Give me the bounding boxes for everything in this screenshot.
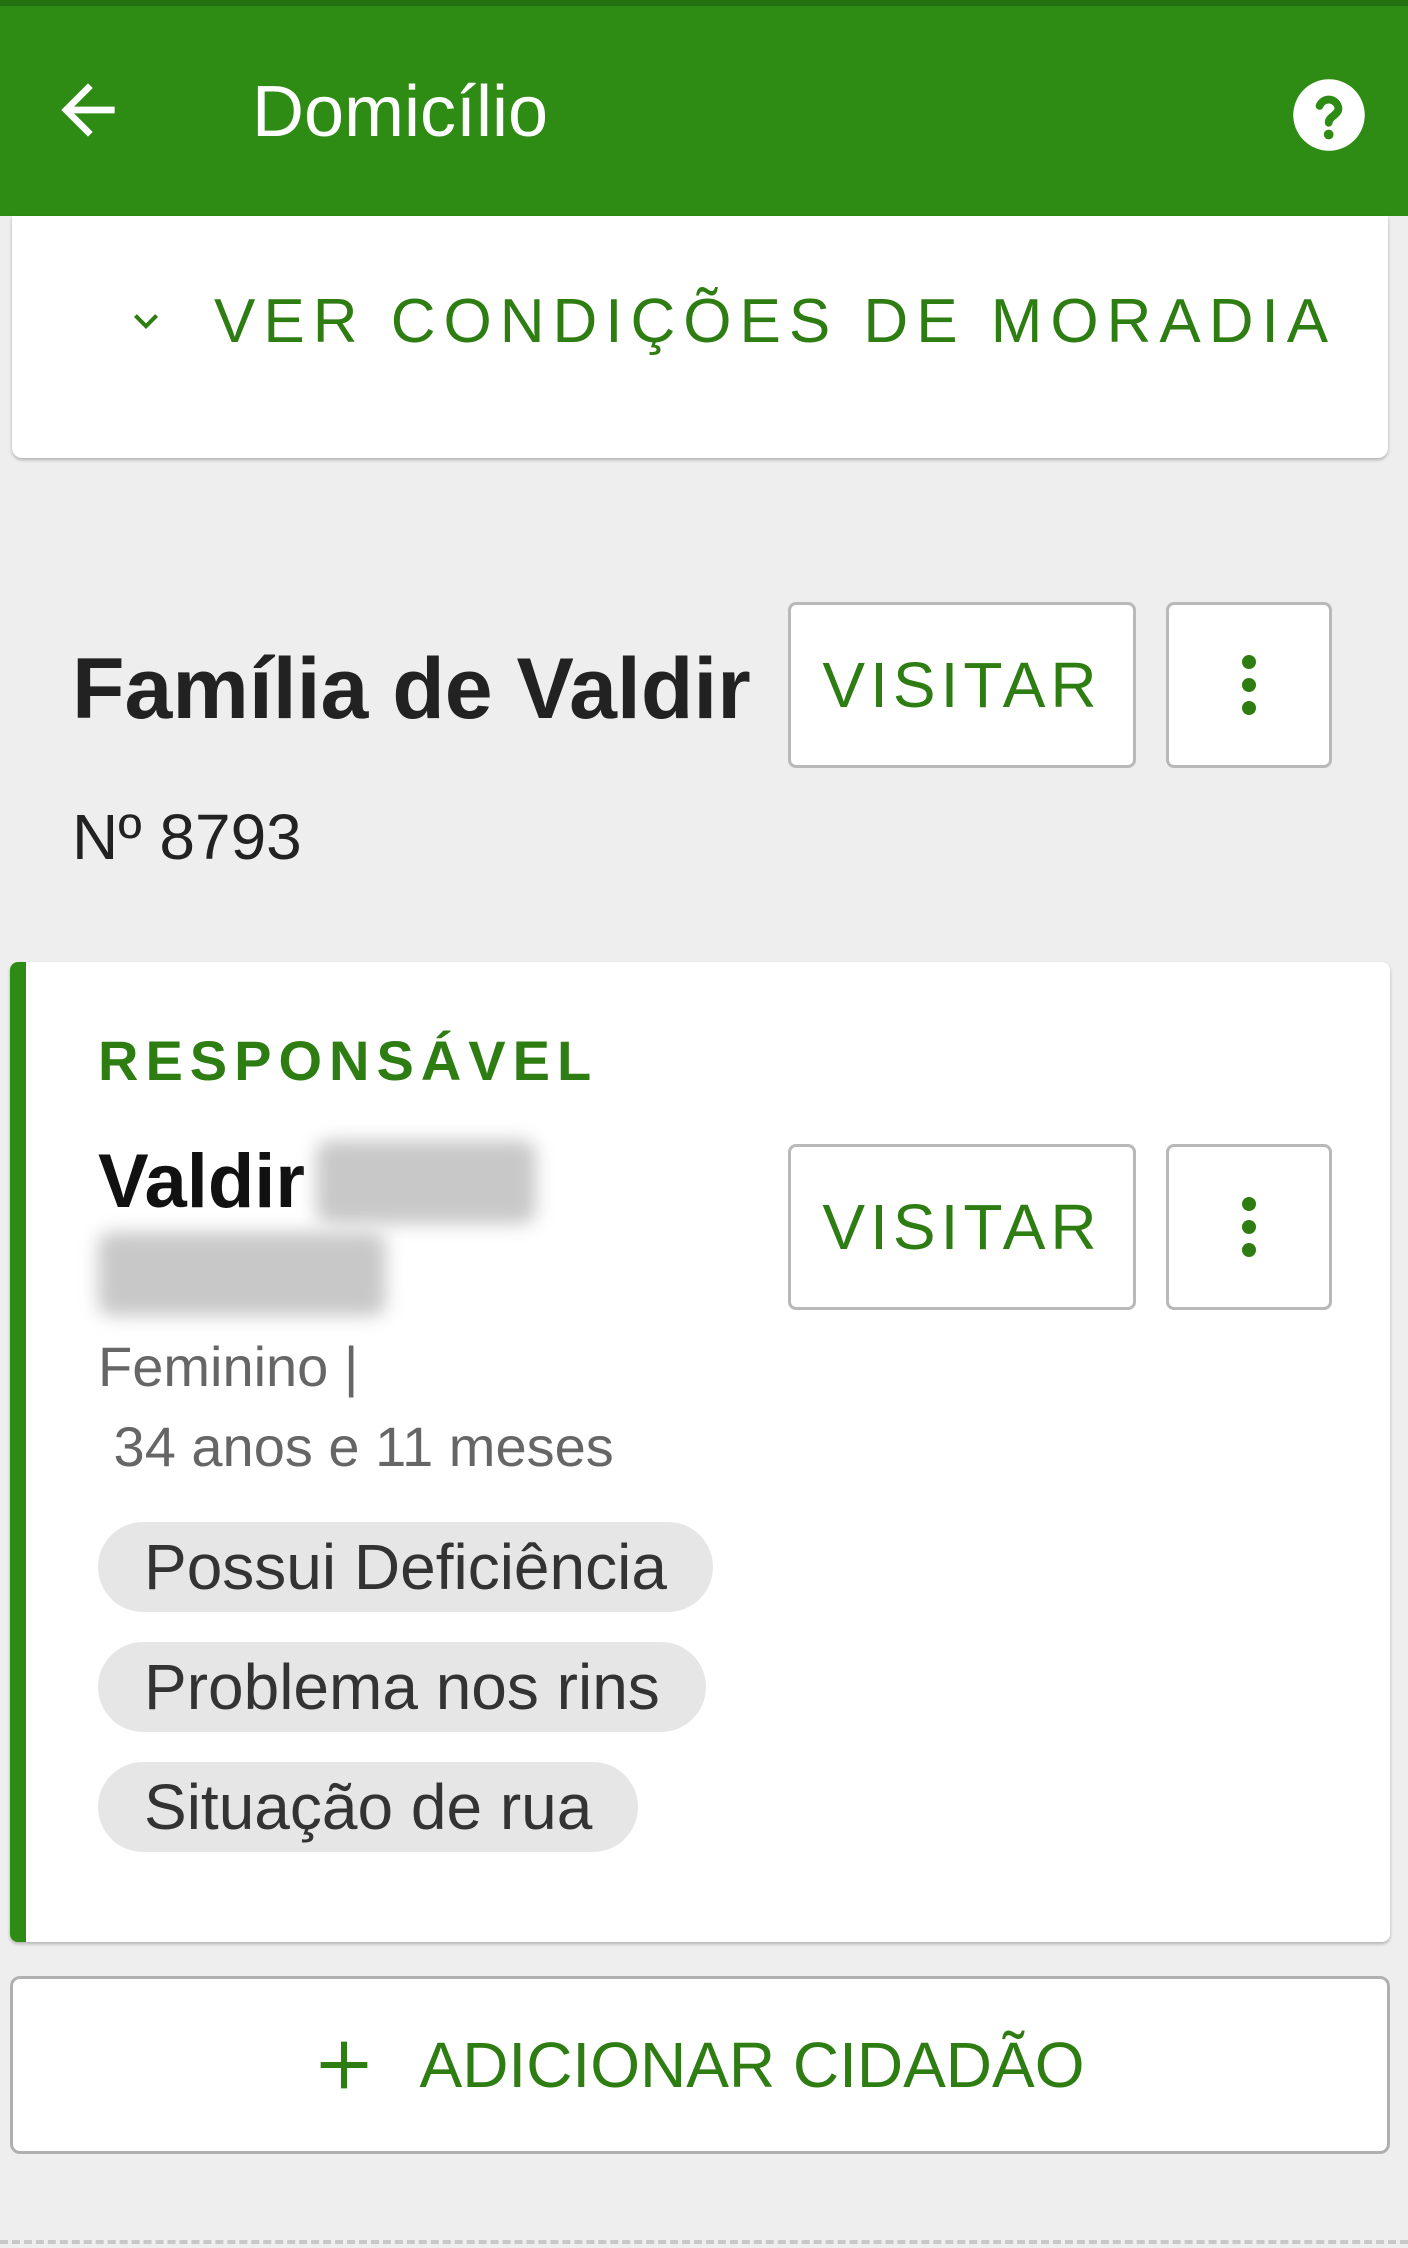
responsible-card[interactable]: RESPONSÁVEL Valdir Feminino | 34 anos e …: [10, 962, 1390, 1942]
app-bar: Domicílio: [0, 0, 1408, 216]
family-visit-button[interactable]: VISITAR: [788, 602, 1136, 768]
view-housing-conditions-button[interactable]: VER CONDIÇÕES DE MORADIA: [122, 276, 1336, 366]
condition-chip: Problema nos rins: [98, 1642, 706, 1732]
family-more-button[interactable]: [1166, 602, 1332, 768]
responsible-visit-label: VISITAR: [822, 1191, 1102, 1263]
view-housing-conditions-label: VER CONDIÇÕES DE MORADIA: [214, 286, 1337, 356]
condition-chip: Possui Deficiência: [98, 1522, 713, 1612]
arrow-left-icon: [61, 83, 115, 137]
page-title: Domicílio: [252, 72, 549, 152]
responsible-visit-button[interactable]: VISITAR: [788, 1144, 1136, 1310]
more-vertical-icon: [1242, 655, 1256, 715]
back-button[interactable]: [48, 70, 128, 150]
dashed-divider: [0, 2240, 1408, 2244]
housing-conditions-card: VER CONDIÇÕES DE MORADIA: [12, 216, 1388, 458]
responsible-more-button[interactable]: [1166, 1144, 1332, 1310]
responsible-section-label: RESPONSÁVEL: [98, 1029, 599, 1092]
responsible-name: Valdir: [98, 1139, 305, 1224]
add-citizen-button[interactable]: ADICIONAR CIDADÃO: [10, 1976, 1390, 2154]
add-citizen-label: ADICIONAR CIDADÃO: [419, 2029, 1085, 2101]
more-vertical-icon: [1242, 1197, 1256, 1257]
redacted-surname-line2: [98, 1232, 386, 1316]
family-title: Família de Valdir: [72, 641, 751, 737]
plus-icon: [320, 2041, 367, 2089]
help-circle-icon: [1293, 79, 1365, 151]
help-button[interactable]: [1290, 76, 1368, 154]
family-visit-label: VISITAR: [822, 649, 1102, 721]
condition-chip: Situação de rua: [98, 1762, 639, 1852]
chevron-down-icon: [134, 314, 158, 329]
family-number: Nº 8793: [72, 801, 302, 873]
responsible-gender-age: Feminino | 34 anos e 11 meses: [98, 1335, 614, 1478]
redacted-surname: [316, 1140, 536, 1224]
